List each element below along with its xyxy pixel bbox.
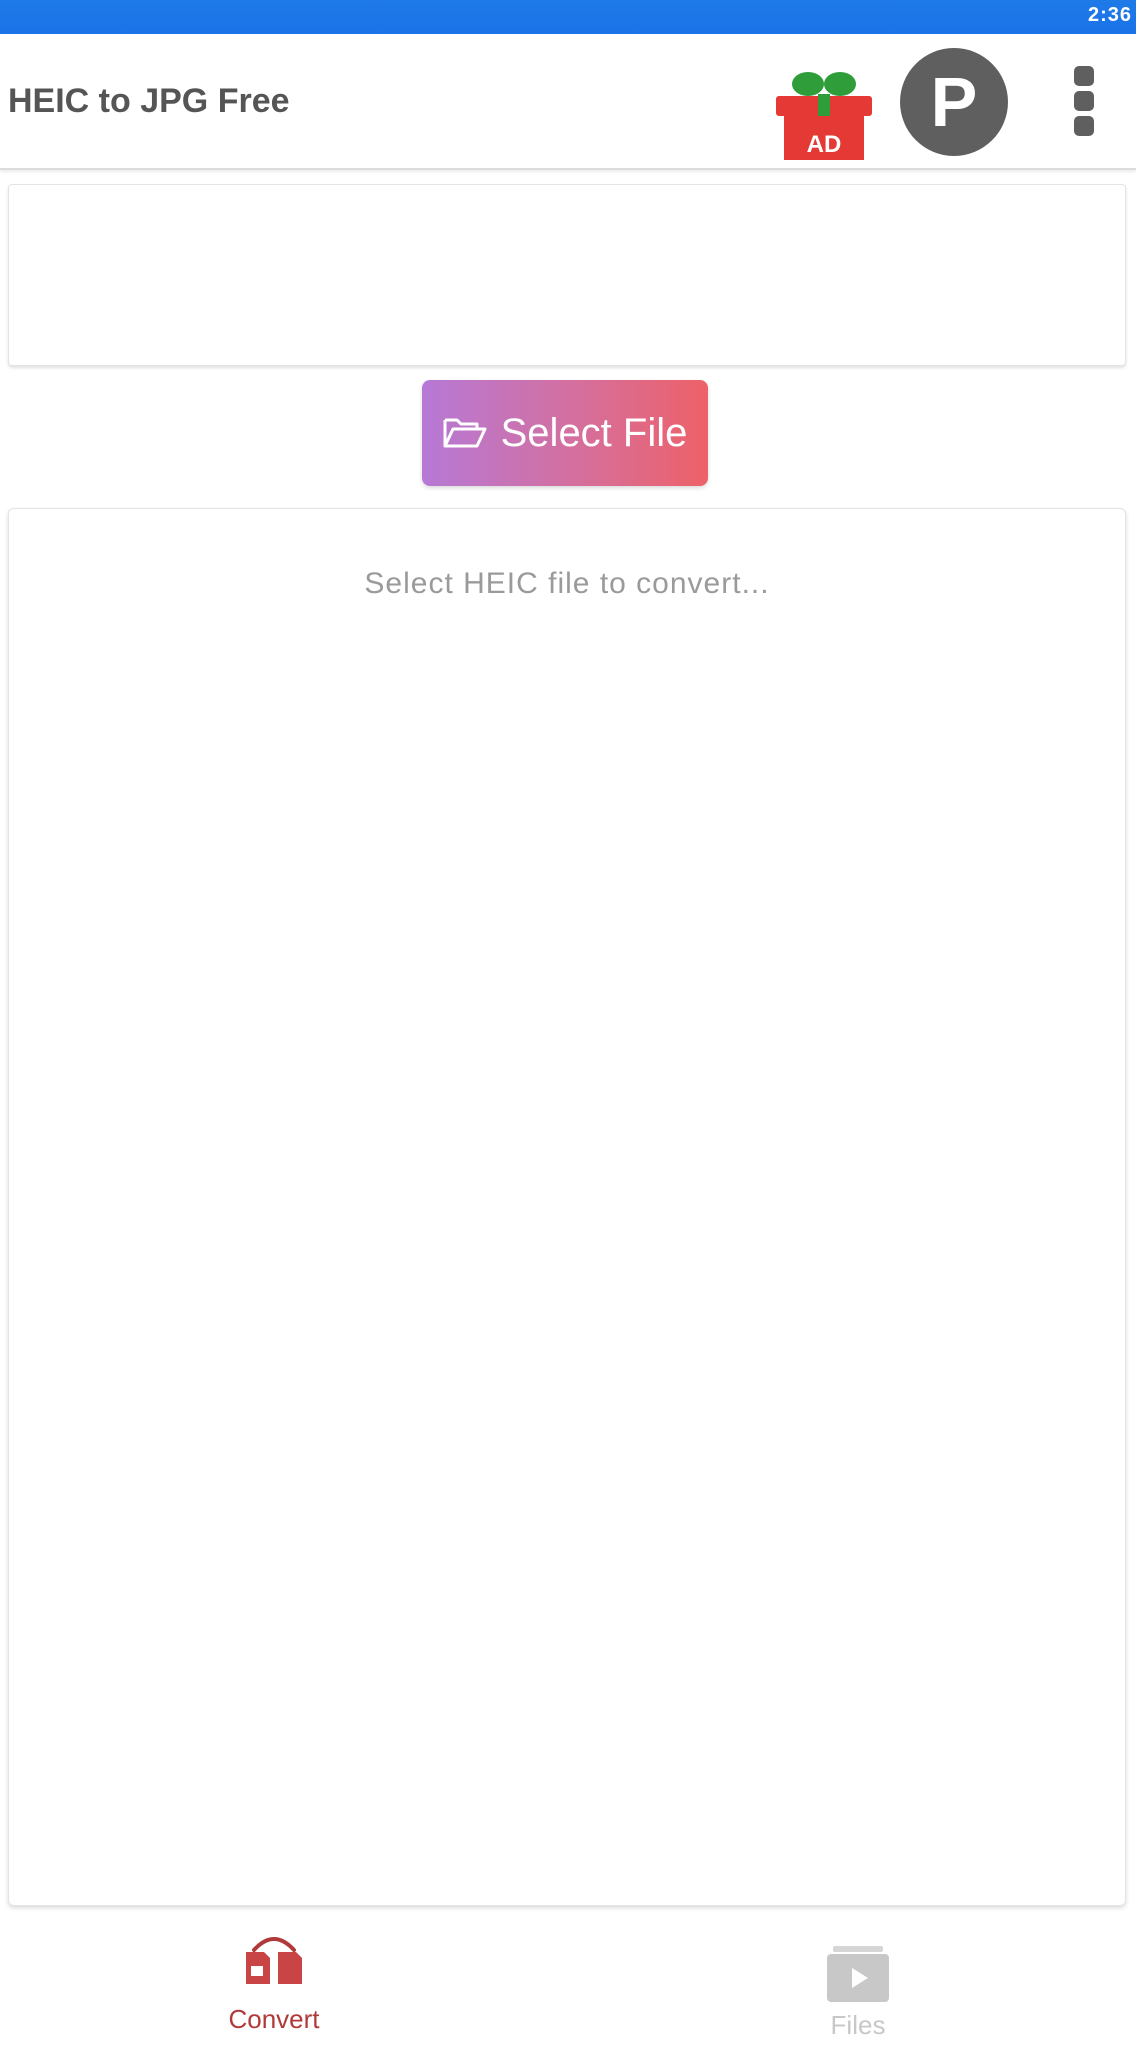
premium-icon: P bbox=[930, 63, 978, 141]
more-options-button[interactable] bbox=[1062, 66, 1106, 136]
tab-convert[interactable]: Convert bbox=[124, 1912, 424, 2048]
select-file-label: Select File bbox=[500, 410, 688, 455]
tab-convert-label: Convert bbox=[228, 2004, 320, 2034]
files-icon bbox=[827, 1946, 889, 2002]
select-file-button[interactable]: Select File bbox=[422, 380, 708, 486]
convert-icon bbox=[246, 1937, 302, 1984]
premium-button[interactable]: P bbox=[900, 48, 1008, 156]
folder-open-icon bbox=[443, 418, 487, 448]
bottom-navigation: Convert Files bbox=[0, 1912, 1136, 2048]
app-title: HEIC to JPG Free bbox=[8, 82, 290, 120]
tab-files-label: Files bbox=[830, 2010, 886, 2040]
tab-files[interactable]: Files bbox=[708, 1912, 1008, 2048]
ad-banner-area bbox=[8, 184, 1126, 366]
gift-ad-icon: AD bbox=[776, 72, 872, 160]
status-time: 2:36 bbox=[1087, 4, 1132, 26]
gift-ad-badge: AD bbox=[807, 131, 842, 158]
gift-ad-button[interactable]: AD bbox=[772, 64, 876, 164]
app-bar: HEIC to JPG Free AD P bbox=[0, 34, 1136, 170]
status-bar: 2:36 bbox=[0, 0, 1136, 34]
empty-state-text: Select HEIC file to convert... bbox=[364, 567, 770, 600]
file-list-panel: Select HEIC file to convert... bbox=[8, 508, 1126, 1906]
